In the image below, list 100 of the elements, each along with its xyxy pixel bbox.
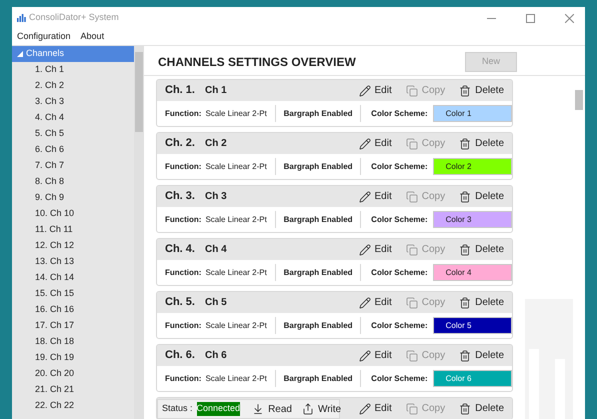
delete-button[interactable]: Delete [459,242,504,257]
trash-icon [459,350,472,362]
pencil-icon [358,190,370,202]
function-value: Scale Linear 2-Pt [205,108,267,120]
pencil-icon [358,350,370,362]
tree-item[interactable]: 18. Ch 18 [12,334,134,350]
tree-item[interactable]: 3. Ch 3 [12,94,134,110]
bargraph-status: Bargraph Enabled [284,320,353,332]
function-label: Function: [165,372,202,384]
write-button[interactable]: Write [302,402,342,416]
trash-icon [459,190,472,202]
edit-button[interactable]: Edit [358,295,392,310]
tree-item[interactable]: 22. Ch 22 [12,398,134,414]
function-label: Function: [165,266,202,278]
edit-button[interactable]: Edit [358,83,392,98]
color-scheme-label: Color Scheme: [371,320,428,332]
edit-button[interactable]: Edit [358,242,392,257]
pencil-icon [358,402,370,414]
copy-icon [406,244,418,256]
tree-item[interactable]: 10. Ch 10 [12,206,134,222]
channel-number: Ch. 3. [165,189,196,204]
function-value: Scale Linear 2-Pt [205,320,267,332]
page-heading: CHANNELS SETTINGS OVERVIEW [158,54,356,70]
download-icon [252,403,264,415]
color-scheme-label: Color Scheme: [371,160,428,172]
connection-status: Connected [196,402,240,416]
delete-button[interactable]: Delete [459,401,504,416]
tree-item[interactable]: 20. Ch 20 [12,366,134,382]
color-scheme-swatch[interactable]: Color 3 [432,211,512,228]
edit-button[interactable]: Edit [358,401,392,416]
bargraph-status: Bargraph Enabled [284,266,353,278]
edit-button[interactable]: Edit [358,136,392,151]
copy-icon [406,402,418,414]
function-label: Function: [165,108,202,120]
tree-item[interactable]: 6. Ch 6 [12,142,134,158]
color-scheme-swatch[interactable]: Color 2 [432,158,512,175]
tree-item[interactable]: 14. Ch 14 [12,270,134,286]
copy-icon [406,84,418,96]
pencil-icon [358,244,370,256]
tree-item[interactable]: 19. Ch 19 [12,350,134,366]
pencil-icon [358,138,370,150]
sidebar-scrollbar[interactable] [134,46,144,419]
color-scheme-label: Color Scheme: [371,372,428,384]
edit-button[interactable]: Edit [358,348,392,363]
tree-item[interactable]: 7. Ch 7 [12,158,134,174]
tree-item[interactable]: 1. Ch 1 [12,62,134,78]
channel-number: Ch. 4. [165,242,196,258]
tree-item[interactable]: Channels [12,46,134,62]
pencil-icon [358,296,370,308]
bargraph-status: Bargraph Enabled [284,160,353,172]
tree-item[interactable]: 9. Ch 9 [12,190,134,206]
tree-item[interactable]: 8. Ch 8 [12,174,134,190]
tree-item[interactable]: 4. Ch 4 [12,110,134,126]
menu-item[interactable]: About [80,30,104,44]
trash-icon [459,138,472,150]
tree-item[interactable]: 15. Ch 15 [12,286,134,302]
bargraph-status: Bargraph Enabled [284,214,353,226]
menu-item[interactable]: Configuration [17,30,71,44]
color-scheme-label: Color Scheme: [371,108,428,120]
delete-button[interactable]: Delete [459,83,504,98]
tree-item[interactable]: 16. Ch 16 [12,302,134,318]
channel-number: Ch. 6. [165,348,196,364]
share-icon [302,403,314,415]
read-button[interactable]: Read [252,402,292,416]
color-scheme-swatch[interactable]: Color 5 [432,317,512,334]
close-icon[interactable] [565,14,574,22]
delete-button[interactable]: Delete [459,295,504,310]
function-label: Function: [165,214,202,226]
bargraph-status: Bargraph Enabled [284,372,353,384]
status-label: Status : [162,402,193,416]
copy-icon [406,190,418,202]
channel-name: Ch 1 [205,84,227,98]
channel-name: Ch 3 [205,190,227,204]
function-label: Function: [165,320,202,332]
tree-item[interactable]: 5. Ch 5 [12,126,134,142]
tree-item[interactable]: 13. Ch 13 [12,254,134,270]
delete-button[interactable]: Delete [459,136,504,151]
delete-button[interactable]: Delete [459,348,504,363]
channel-number: Ch. 5. [165,295,196,310]
function-value: Scale Linear 2-Pt [205,372,267,384]
tree-item[interactable]: 17. Ch 17 [12,318,134,334]
edit-button[interactable]: Edit [358,189,392,204]
copy-icon [406,296,418,308]
tree-item[interactable]: 11. Ch 11 [12,222,134,238]
trash-icon [459,402,472,414]
maximize-icon[interactable] [526,14,535,22]
function-value: Scale Linear 2-Pt [205,160,267,172]
copy-icon [406,138,418,150]
bargraph-status: Bargraph Enabled [284,108,353,120]
pencil-icon [358,84,370,96]
expand-triangle-icon[interactable] [17,51,23,57]
color-scheme-swatch[interactable]: Color 4 [432,264,512,281]
trash-icon [459,244,472,256]
tree-item[interactable]: 12. Ch 12 [12,238,134,254]
color-scheme-swatch[interactable]: Color 1 [432,105,512,122]
tree-item[interactable]: 2. Ch 2 [12,78,134,94]
tree-item[interactable]: 21. Ch 21 [12,382,134,398]
channel-number: Ch. 1. [165,83,196,98]
bar-chart-icon [17,14,26,22]
delete-button[interactable]: Delete [459,189,504,204]
